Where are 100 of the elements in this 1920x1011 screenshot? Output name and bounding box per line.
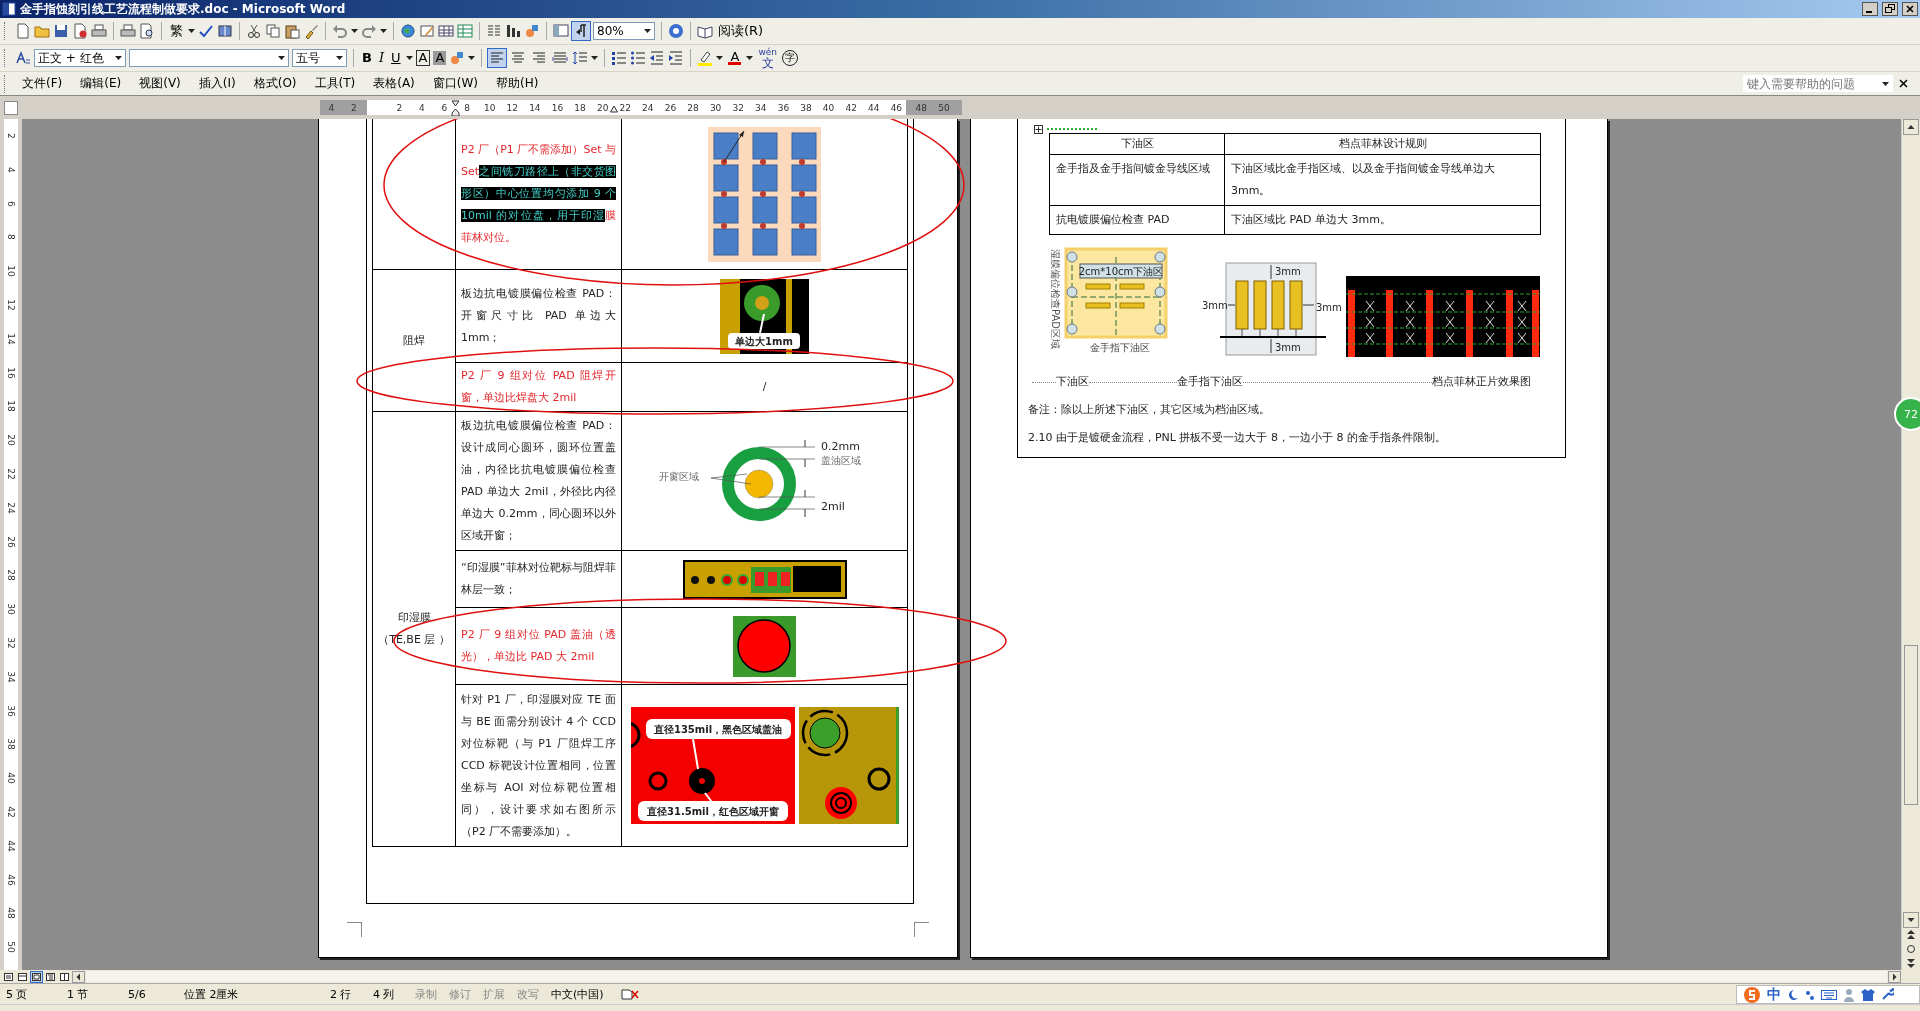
keyboard-icon[interactable] bbox=[1821, 988, 1837, 1001]
pad-drawing bbox=[733, 615, 796, 677]
view-button[interactable] bbox=[58, 970, 71, 983]
style-combo[interactable]: 正文 + 红色 bbox=[34, 49, 126, 67]
ruler-number: 38 bbox=[800, 102, 812, 113]
caret-icon[interactable] bbox=[591, 56, 599, 60]
clipboard-icon[interactable] bbox=[284, 23, 300, 39]
moon-icon[interactable] bbox=[1787, 988, 1799, 1001]
align-center-icon[interactable] bbox=[510, 50, 527, 66]
view-button[interactable] bbox=[44, 970, 57, 983]
styles-pane-icon[interactable] bbox=[15, 50, 31, 66]
menu-item[interactable]: 工具(T) bbox=[306, 73, 364, 94]
increase-indent-icon[interactable] bbox=[668, 50, 685, 66]
indent-marker-icon[interactable] bbox=[610, 105, 618, 113]
traditional-chinese-button[interactable]: 繁 bbox=[168, 22, 185, 40]
scroll-right-button[interactable] bbox=[1888, 970, 1901, 983]
caret-icon[interactable] bbox=[115, 56, 122, 60]
caret-icon[interactable] bbox=[351, 29, 358, 33]
caret-icon[interactable] bbox=[336, 56, 343, 60]
font-color-button[interactable]: A bbox=[726, 51, 744, 65]
caret-icon[interactable] bbox=[1882, 81, 1889, 86]
menu-item[interactable]: 文件(F) bbox=[14, 73, 71, 94]
caret-icon[interactable] bbox=[644, 29, 651, 33]
caret-icon[interactable] bbox=[468, 56, 476, 60]
numbered-list-icon[interactable] bbox=[611, 50, 628, 66]
ruler-number: 28 bbox=[5, 568, 17, 583]
justify-icon[interactable] bbox=[552, 50, 569, 66]
read-button[interactable]: 阅读(R) bbox=[716, 22, 766, 40]
menu-item[interactable]: 视图(V) bbox=[131, 73, 189, 94]
scissors-icon[interactable] bbox=[246, 23, 262, 39]
restricted-document-icon[interactable] bbox=[72, 23, 88, 39]
globe-icon[interactable] bbox=[400, 23, 416, 39]
folder-icon[interactable] bbox=[34, 23, 50, 39]
print-icon[interactable] bbox=[91, 23, 107, 39]
character-border-button[interactable]: A bbox=[415, 50, 431, 66]
ruler-number: 18 bbox=[574, 102, 586, 113]
menu-item[interactable]: 编辑(E) bbox=[72, 73, 130, 94]
caret-icon[interactable] bbox=[716, 56, 724, 60]
tab-selector[interactable] bbox=[4, 100, 18, 115]
table-icon[interactable] bbox=[438, 23, 454, 39]
phonetic-guide-button[interactable]: wén 文 bbox=[756, 47, 779, 69]
menu-item[interactable]: 表格(A) bbox=[365, 73, 423, 94]
caret-icon[interactable] bbox=[405, 56, 413, 60]
view-button[interactable] bbox=[2, 970, 15, 983]
help-search-field[interactable]: 键入需要帮助的问题 bbox=[1743, 75, 1893, 92]
character-shading-button[interactable]: A bbox=[433, 51, 447, 65]
copy-icon[interactable] bbox=[265, 23, 281, 39]
new-document-icon[interactable] bbox=[15, 23, 31, 39]
italic-button[interactable]: I bbox=[376, 49, 387, 67]
restore-button[interactable] bbox=[1882, 2, 1898, 16]
ruler-number: 4 bbox=[5, 165, 17, 175]
paragraph: 2.10 由于是镀硬金流程，PNL 拼板不受一边大于 8，一边小于 8 的金手指条件限制。 bbox=[1027, 430, 1447, 446]
scroll-up-button[interactable] bbox=[1903, 119, 1919, 135]
menu-item[interactable]: 格式(O) bbox=[245, 73, 305, 94]
paintbrush-icon[interactable] bbox=[303, 23, 319, 39]
ruler-number: 6 bbox=[441, 102, 448, 113]
caret-icon[interactable] bbox=[278, 56, 285, 60]
zoom-combo[interactable]: 80% bbox=[593, 22, 655, 40]
align-right-icon[interactable] bbox=[531, 50, 548, 66]
align-left-icon[interactable] bbox=[489, 50, 506, 66]
print-preview-icon[interactable] bbox=[139, 23, 155, 39]
font-size-combo[interactable]: 五号 bbox=[292, 49, 347, 67]
scroll-left-button[interactable] bbox=[72, 970, 85, 983]
punctuation-icon[interactable] bbox=[1805, 988, 1815, 1001]
view-button[interactable] bbox=[30, 970, 43, 983]
caret-icon[interactable] bbox=[746, 56, 754, 60]
close-icon[interactable] bbox=[1899, 79, 1908, 88]
minimize-button[interactable] bbox=[1862, 2, 1878, 16]
vertical-ruler[interactable]: 2 4 6 8 10 12 14 16 18 20 22 24 26 28 30 32 34 36 38 40 42 44 46 48 50 bbox=[4, 119, 18, 970]
window-title: 金手指蚀刻引线工艺流程制做要求.doc - Microsoft Word bbox=[20, 0, 347, 18]
caret-icon[interactable] bbox=[188, 29, 195, 33]
underline-button[interactable]: U bbox=[389, 49, 403, 67]
menu-item[interactable]: 帮助(H) bbox=[488, 73, 547, 94]
highlighter-icon[interactable] bbox=[697, 50, 714, 66]
figure-label: 3mm bbox=[1275, 342, 1301, 353]
close-button[interactable] bbox=[1902, 2, 1918, 16]
decrease-indent-icon[interactable] bbox=[649, 50, 666, 66]
open-book-icon[interactable] bbox=[697, 23, 713, 39]
wrench-icon[interactable] bbox=[1881, 988, 1894, 1001]
shirt-icon[interactable] bbox=[1861, 988, 1875, 1001]
scroll-down-button[interactable] bbox=[1903, 912, 1919, 928]
line-spacing-icon[interactable] bbox=[572, 50, 589, 66]
save-icon[interactable] bbox=[53, 23, 69, 39]
scroll-thumb[interactable] bbox=[1904, 645, 1918, 805]
browse-object-icon[interactable] bbox=[1904, 942, 1918, 956]
view-button[interactable] bbox=[16, 970, 29, 983]
caret-icon[interactable] bbox=[380, 29, 387, 33]
print-icon[interactable] bbox=[120, 23, 136, 39]
move-handle-icon[interactable] bbox=[1034, 124, 1043, 134]
menu-item[interactable]: 窗口(W) bbox=[424, 73, 487, 94]
pencil-icon[interactable] bbox=[419, 23, 435, 39]
book-icon[interactable] bbox=[217, 23, 233, 39]
menu-item[interactable]: 插入(I) bbox=[190, 73, 244, 94]
bulleted-list-icon[interactable] bbox=[630, 50, 647, 66]
checkmark-icon[interactable] bbox=[198, 23, 214, 39]
input-method-logo-icon[interactable] bbox=[1743, 985, 1761, 1004]
input-mode-toggle[interactable]: 中 bbox=[1767, 985, 1781, 1004]
spreadsheet-icon[interactable] bbox=[457, 23, 473, 39]
indent-marker-icon[interactable] bbox=[451, 100, 460, 116]
bold-button[interactable]: B bbox=[360, 49, 374, 67]
